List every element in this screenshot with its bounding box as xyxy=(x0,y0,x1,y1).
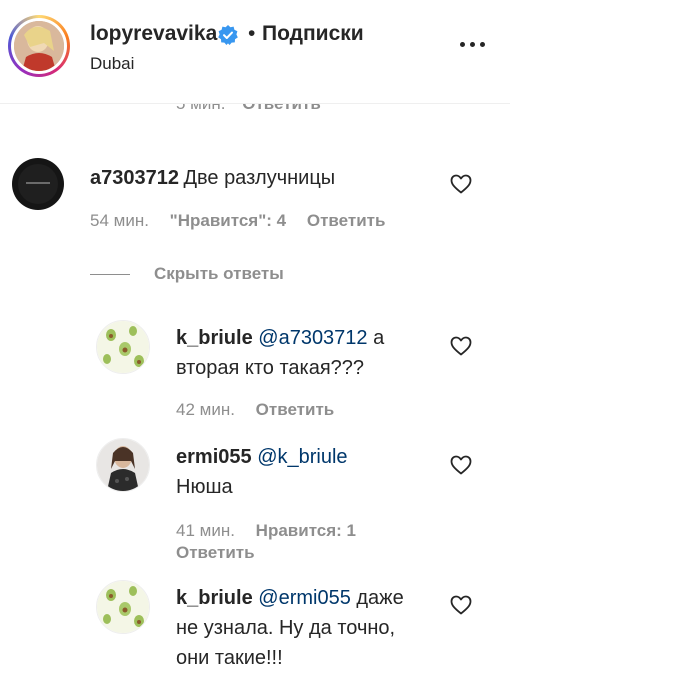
reply-text-line1: а xyxy=(373,327,385,349)
reply-likes-count[interactable]: Нравится: 1 xyxy=(256,521,356,540)
heart-icon[interactable] xyxy=(450,336,472,356)
verified-badge-icon xyxy=(218,25,238,45)
reply-body: k_briule @a7303712 а вторая кто такая??? xyxy=(176,323,426,383)
heart-icon[interactable] xyxy=(450,455,472,475)
hide-replies-line xyxy=(90,274,130,275)
comment-reply-button[interactable]: Ответить xyxy=(307,211,386,230)
more-options-icon[interactable] xyxy=(460,40,486,50)
reply-text-line2: не узнала. Ну да точно, xyxy=(176,617,396,639)
reply-body: ermi055 @k_briule Нюша xyxy=(176,442,426,502)
reply-mention[interactable]: @k_briule xyxy=(257,446,347,468)
comment-meta: 54 мин. "Нравится": 4 Ответить xyxy=(90,211,385,231)
comment-body: a7303712 Две разлучницы xyxy=(90,163,440,193)
reply-time: 41 мин. xyxy=(176,521,235,540)
reply-avatar[interactable] xyxy=(96,438,150,492)
reply-avatar[interactable] xyxy=(96,320,150,374)
owner-avatar[interactable] xyxy=(14,21,64,71)
reply-username[interactable]: k_briule xyxy=(176,327,253,349)
heart-icon[interactable] xyxy=(450,174,472,194)
reply-mention[interactable]: @ermi055 xyxy=(258,587,351,609)
reply-text-line3: они такие!!! xyxy=(176,647,283,669)
comment-text: Две разлучницы xyxy=(183,167,336,189)
reply-body: k_briule @ermi055 даже не узнала. Ну да … xyxy=(176,583,436,673)
owner-username[interactable]: lopyrevavika xyxy=(90,22,217,46)
comment-likes-count[interactable]: "Нравится": 4 xyxy=(170,211,286,230)
reply-username[interactable]: ermi055 xyxy=(176,446,252,468)
reply-username[interactable]: k_briule xyxy=(176,587,253,609)
reply-meta: 42 мин. Ответить xyxy=(176,400,334,420)
reply-reply-button[interactable]: Ответить xyxy=(176,543,255,562)
comment-time: 54 мин. xyxy=(90,211,149,230)
reply-time: 42 мин. xyxy=(176,400,235,419)
commenter-avatar[interactable] xyxy=(12,158,64,210)
reply-meta: 41 мин. Нравится: 1 Ответить xyxy=(176,520,436,564)
reply-reply-button[interactable]: Ответить xyxy=(256,400,335,419)
following-button[interactable]: Подписки xyxy=(262,22,364,46)
heart-icon[interactable] xyxy=(450,595,472,615)
reply-text-line2: вторая кто такая??? xyxy=(176,357,365,379)
owner-avatar-story-ring[interactable] xyxy=(8,15,70,77)
comment-username[interactable]: a7303712 xyxy=(90,167,179,189)
reply-avatar[interactable] xyxy=(96,580,150,634)
reply-text-line2: Нюша xyxy=(176,476,233,498)
reply-text-line1: даже xyxy=(356,587,404,609)
hide-replies-button[interactable]: Скрыть ответы xyxy=(154,264,284,284)
post-location[interactable]: Dubai xyxy=(90,54,134,74)
header-separator: • xyxy=(248,22,256,45)
post-header: lopyrevavika • Подписки Dubai xyxy=(0,0,510,104)
reply-mention[interactable]: @a7303712 xyxy=(258,327,367,349)
